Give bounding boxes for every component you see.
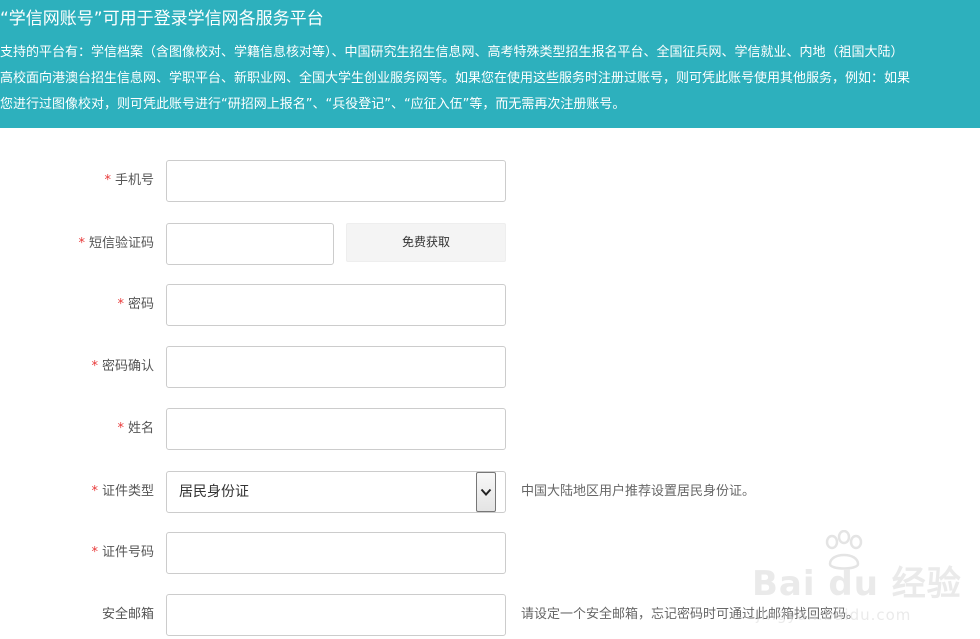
banner-line: 支持的平台有：学信档案（含图像校对、学籍信息核对等）、中国研究生招生信息网、高考… — [0, 45, 904, 60]
email-row: 安全邮箱 请设定一个安全邮箱，忘记密码时可通过此邮箱找回密码。 — [0, 594, 980, 638]
chevron-down-icon — [480, 488, 492, 496]
id-type-hint: 中国大陆地区用户推荐设置居民身份证。 — [521, 484, 756, 499]
email-hint: 请设定一个安全邮箱，忘记密码时可通过此邮箱找回密码。 — [521, 607, 860, 622]
password-label: * 密码 — [117, 297, 154, 312]
banner-line: 您进行过图像校对，则可凭此账号进行“研招网上报名”、“兵役登记”、“应征入伍”等… — [0, 97, 626, 112]
get-sms-code-button[interactable]: 免费获取 — [346, 223, 506, 262]
id-number-label: * 证件号码 — [91, 545, 154, 560]
banner-title: “学信网账号”可用于登录学信网各服务平台 — [0, 9, 324, 29]
phone-row: * 手机号 — [0, 160, 980, 204]
dropdown-arrow-button[interactable] — [476, 472, 496, 512]
id-number-input[interactable] — [166, 532, 506, 574]
email-input[interactable] — [166, 594, 506, 636]
required-mark: * — [117, 297, 124, 312]
name-input[interactable] — [166, 408, 506, 450]
password-confirm-input[interactable] — [166, 346, 506, 388]
id-type-row: * 证件类型 居民身份证 中国大陆地区用户推荐设置居民身份证。 — [0, 471, 980, 515]
phone-input[interactable] — [166, 160, 506, 202]
banner-description: 支持的平台有：学信档案（含图像校对、学籍信息核对等）、中国研究生招生信息网、高考… — [0, 40, 980, 118]
id-type-label: * 证件类型 — [91, 484, 154, 499]
password-input[interactable] — [166, 284, 506, 326]
sms-code-input[interactable] — [166, 223, 334, 265]
required-mark: * — [78, 236, 85, 251]
name-label: * 姓名 — [117, 421, 154, 436]
password-row: * 密码 — [0, 284, 980, 328]
required-mark: * — [117, 421, 124, 436]
id-type-select[interactable]: 居民身份证 — [166, 471, 506, 513]
banner-line: 高校面向港澳台招生信息网、学职平台、新职业网、全国大学生创业服务网等。如果您在使… — [0, 71, 911, 86]
sms-code-label: * 短信验证码 — [78, 236, 154, 251]
required-mark: * — [91, 359, 98, 374]
required-mark: * — [91, 545, 98, 560]
info-banner: “学信网账号”可用于登录学信网各服务平台 支持的平台有：学信档案（含图像校对、学… — [0, 0, 980, 128]
name-row: * 姓名 — [0, 408, 980, 452]
password-confirm-row: * 密码确认 — [0, 346, 980, 390]
phone-label: * 手机号 — [104, 173, 154, 188]
password-confirm-label: * 密码确认 — [91, 359, 154, 374]
id-type-selected-value: 居民身份证 — [179, 484, 249, 500]
id-number-row: * 证件号码 — [0, 532, 980, 576]
email-label: 安全邮箱 — [101, 607, 154, 622]
required-mark: * — [91, 484, 98, 499]
sms-code-row: * 短信验证码 免费获取 — [0, 223, 980, 267]
required-mark: * — [104, 173, 111, 188]
